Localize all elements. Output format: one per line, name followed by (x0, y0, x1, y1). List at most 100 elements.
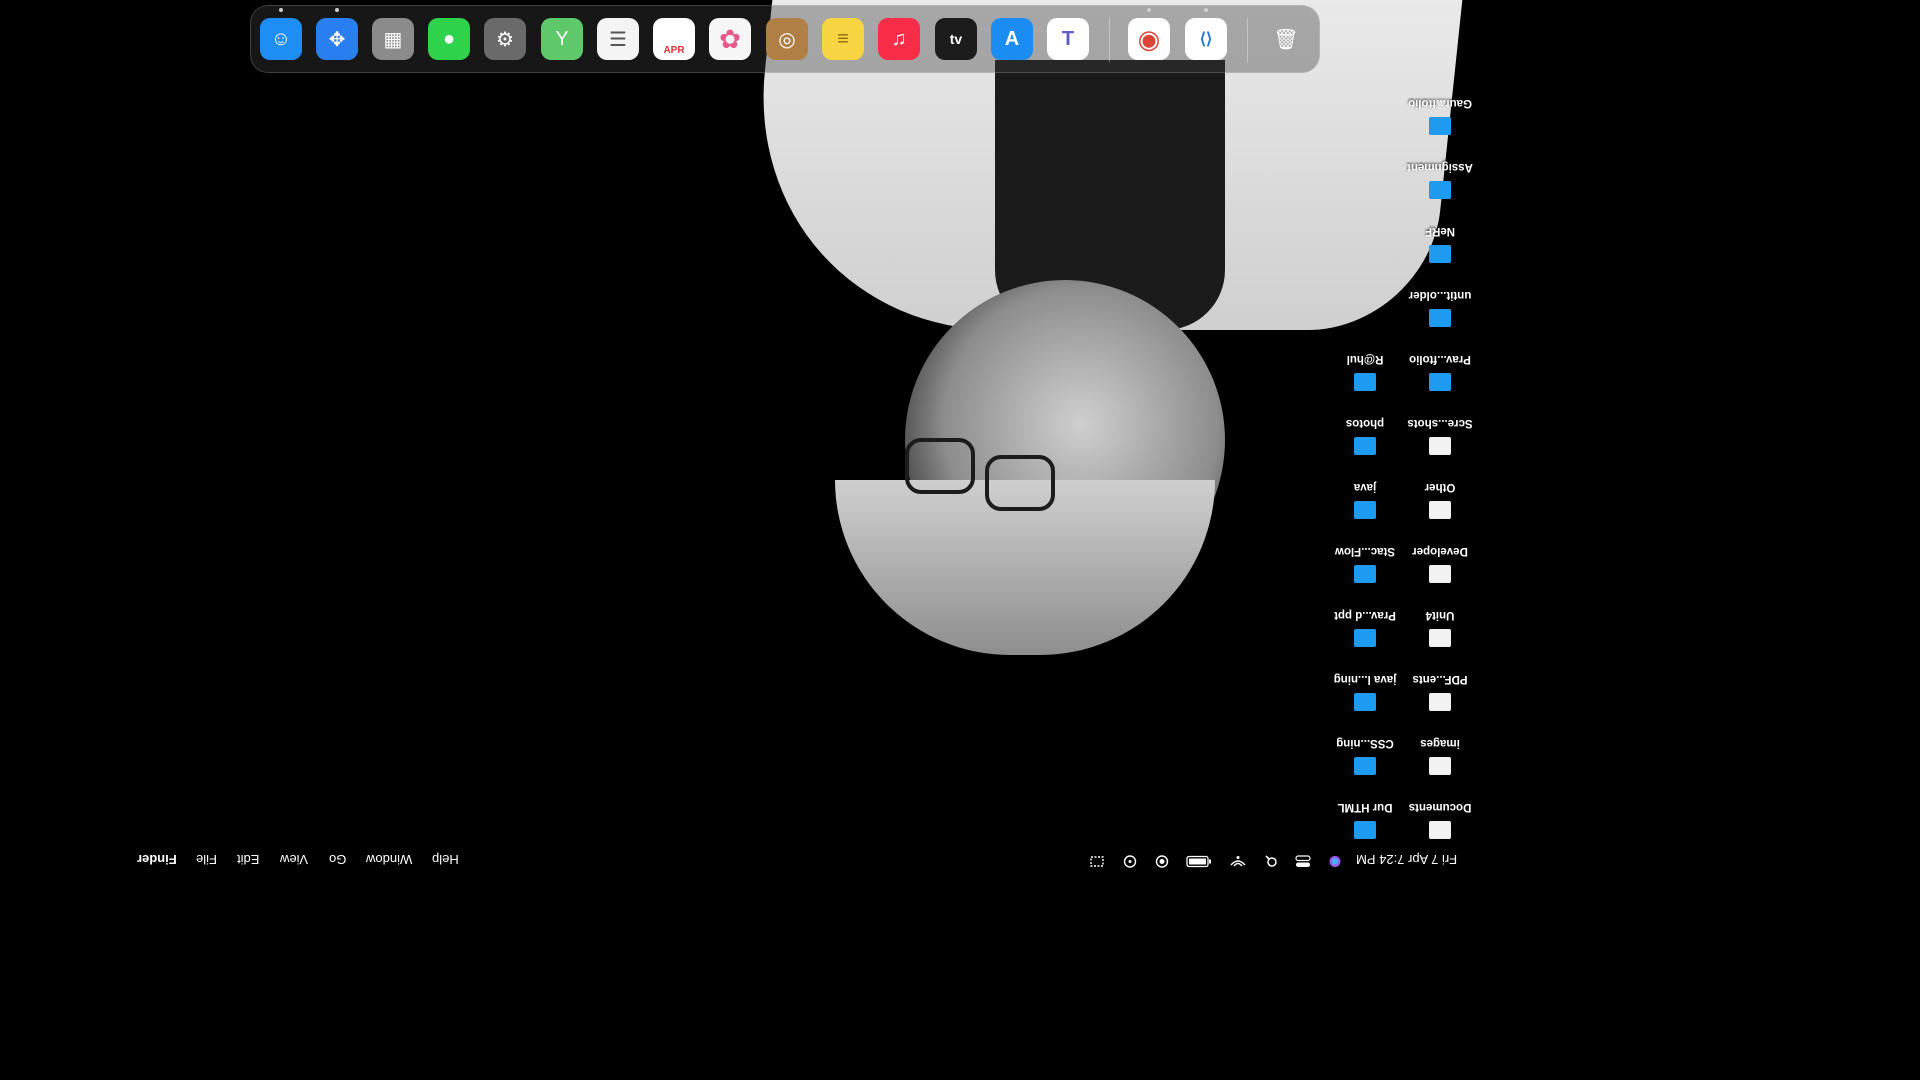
app-store-glyph: A (1004, 27, 1020, 50)
notes-glyph: ≡ (837, 27, 849, 50)
desktop-item-label: Prav...d ppt (1334, 609, 1396, 621)
desktop-item-label: Dur HTML (1337, 801, 1393, 813)
safari-glyph: ✥ (328, 28, 346, 51)
notes-icon[interactable]: ≡ (822, 18, 864, 60)
desktop-item-label: Developer (1412, 545, 1468, 557)
menu-app-name[interactable]: Finder (137, 852, 177, 867)
desktop-item-label: R@hul (1346, 353, 1384, 365)
trash-glyph: 🗑 (1273, 28, 1299, 51)
menu-window[interactable]: Window (366, 852, 412, 867)
app-store-icon[interactable]: A (991, 18, 1033, 60)
folder-icon (1354, 501, 1376, 519)
screen-mirroring-icon[interactable] (1089, 855, 1105, 868)
safari-icon[interactable]: ✥ (316, 18, 358, 60)
desktop-item-label: images (1420, 737, 1460, 749)
desktop-item[interactable]: Prav...d ppt (1325, 609, 1405, 669)
desktop-item-label: PDF...ents (1412, 673, 1468, 685)
desktop-item-label: untit...older (1408, 289, 1472, 301)
file-icon (1429, 629, 1451, 647)
contacts-glyph: ◎ (778, 28, 796, 51)
maps-icon[interactable]: Y (541, 18, 583, 60)
contacts-icon[interactable]: ◎ (766, 18, 808, 60)
folder-icon (1429, 245, 1451, 263)
desktop-item[interactable]: Other (1400, 481, 1480, 541)
teams-icon[interactable]: T (1047, 18, 1089, 60)
menu-help[interactable]: Help (432, 852, 459, 867)
photos-icon[interactable]: ✿ (709, 18, 751, 60)
desktop-item[interactable]: Stac...Flow (1325, 545, 1405, 605)
desktop-item[interactable]: Gaur...ftolio (1400, 97, 1480, 157)
desktop-item-label: Prav...ftolio (1409, 353, 1471, 365)
desktop-item-label: Scre...shots (1407, 417, 1473, 429)
settings-icon[interactable]: ⚙ (484, 18, 526, 60)
safari-running-dot (335, 8, 339, 12)
folder-icon (1354, 821, 1376, 839)
launchpad-icon[interactable]: ▦ (372, 18, 414, 60)
folder-icon (1429, 117, 1451, 135)
desktop-item[interactable]: CSS...ning (1325, 737, 1405, 797)
desktop-item[interactable]: NeRF (1400, 225, 1480, 285)
tv-icon[interactable]: tv (935, 18, 977, 60)
calendar-glyph: APR (663, 45, 685, 56)
desktop-item[interactable]: java l...ning (1325, 673, 1405, 733)
folder-icon (1354, 565, 1376, 583)
desktop-item[interactable]: R@hul (1325, 353, 1405, 413)
dock: ☺ ✥ ▦ ● ⚙ Y ☰ APR ✿ ◎ ≡ ♫ tv A T ◉ ⟨⟩ 🗑 (250, 5, 1320, 73)
launchpad-glyph: ▦ (383, 28, 403, 51)
desktop-item-label: NeRF (1424, 225, 1456, 237)
desktop-item[interactable]: java (1325, 481, 1405, 541)
desktop-item-label: java (1353, 481, 1377, 493)
desktop-item[interactable]: untit...older (1400, 289, 1480, 349)
reminders-icon[interactable]: ☰ (597, 18, 639, 60)
desktop-item[interactable]: PDF...ents (1400, 673, 1480, 733)
file-icon (1429, 757, 1451, 775)
desktop-item[interactable]: Prav...ftolio (1400, 353, 1480, 413)
desktop-item-label: java l...ning (1333, 673, 1397, 685)
chrome-glyph: ◉ (1137, 23, 1161, 54)
chrome-icon[interactable]: ◉ (1128, 18, 1170, 60)
calendar-icon[interactable]: APR (653, 18, 695, 60)
desktop-item[interactable]: Documents (1400, 801, 1480, 861)
teams-glyph: T (1061, 27, 1075, 50)
control-center-icon[interactable] (1295, 855, 1311, 868)
finder-icon[interactable]: ☺ (260, 18, 302, 60)
menu-view[interactable]: View (280, 852, 308, 867)
file-icon (1429, 501, 1451, 519)
desktop-item[interactable]: images (1400, 737, 1480, 797)
trash-icon[interactable]: 🗑 (1265, 18, 1307, 60)
music-glyph: ♫ (891, 27, 907, 50)
file-icon (1429, 437, 1451, 455)
chrome-running-dot (1147, 8, 1151, 12)
vscode-glyph: ⟨⟩ (1199, 31, 1213, 48)
tv-glyph: tv (949, 31, 963, 47)
spotlight-icon[interactable] (1263, 855, 1279, 868)
folder-icon (1354, 629, 1376, 647)
battery-icon[interactable] (1186, 855, 1212, 868)
desktop-item[interactable]: Dur HTML (1325, 801, 1405, 861)
menu-file[interactable]: File (196, 852, 217, 867)
folder-icon (1354, 437, 1376, 455)
desktop-item[interactable]: photos (1325, 417, 1405, 477)
desktop-item-label: CSS...ning (1336, 737, 1394, 749)
accessibility-icon[interactable] (1122, 855, 1138, 868)
finder-glyph: ☺ (270, 27, 292, 50)
music-icon[interactable]: ♫ (878, 18, 920, 60)
desktop-item-label: Documents (1408, 801, 1472, 813)
desktop-screen: ☺ ✥ ▦ ● ⚙ Y ☰ APR ✿ ◎ ≡ ♫ tv A T ◉ ⟨⟩ 🗑 … (0, 0, 1568, 882)
wallpaper-glasses-right (985, 455, 1055, 511)
desktop-item-label: Assignment (1407, 161, 1473, 173)
desktop-item-label: photos (1345, 417, 1385, 429)
folder-icon (1354, 757, 1376, 775)
desktop-item[interactable]: Unit4 (1400, 609, 1480, 669)
desktop-item[interactable]: Scre...shots (1400, 417, 1480, 477)
desktop-item[interactable]: Assignment (1400, 161, 1480, 221)
messages-icon[interactable]: ● (428, 18, 470, 60)
focus-icon[interactable] (1154, 855, 1170, 868)
wifi-icon[interactable] (1229, 855, 1247, 868)
menu-go[interactable]: Go (329, 852, 346, 867)
desktop-item[interactable]: Developer (1400, 545, 1480, 605)
folder-icon (1429, 181, 1451, 199)
menu-edit[interactable]: Edit (237, 852, 259, 867)
vscode-icon[interactable]: ⟨⟩ (1185, 18, 1227, 60)
desktop-item-label: Gaur...ftolio (1408, 97, 1472, 109)
